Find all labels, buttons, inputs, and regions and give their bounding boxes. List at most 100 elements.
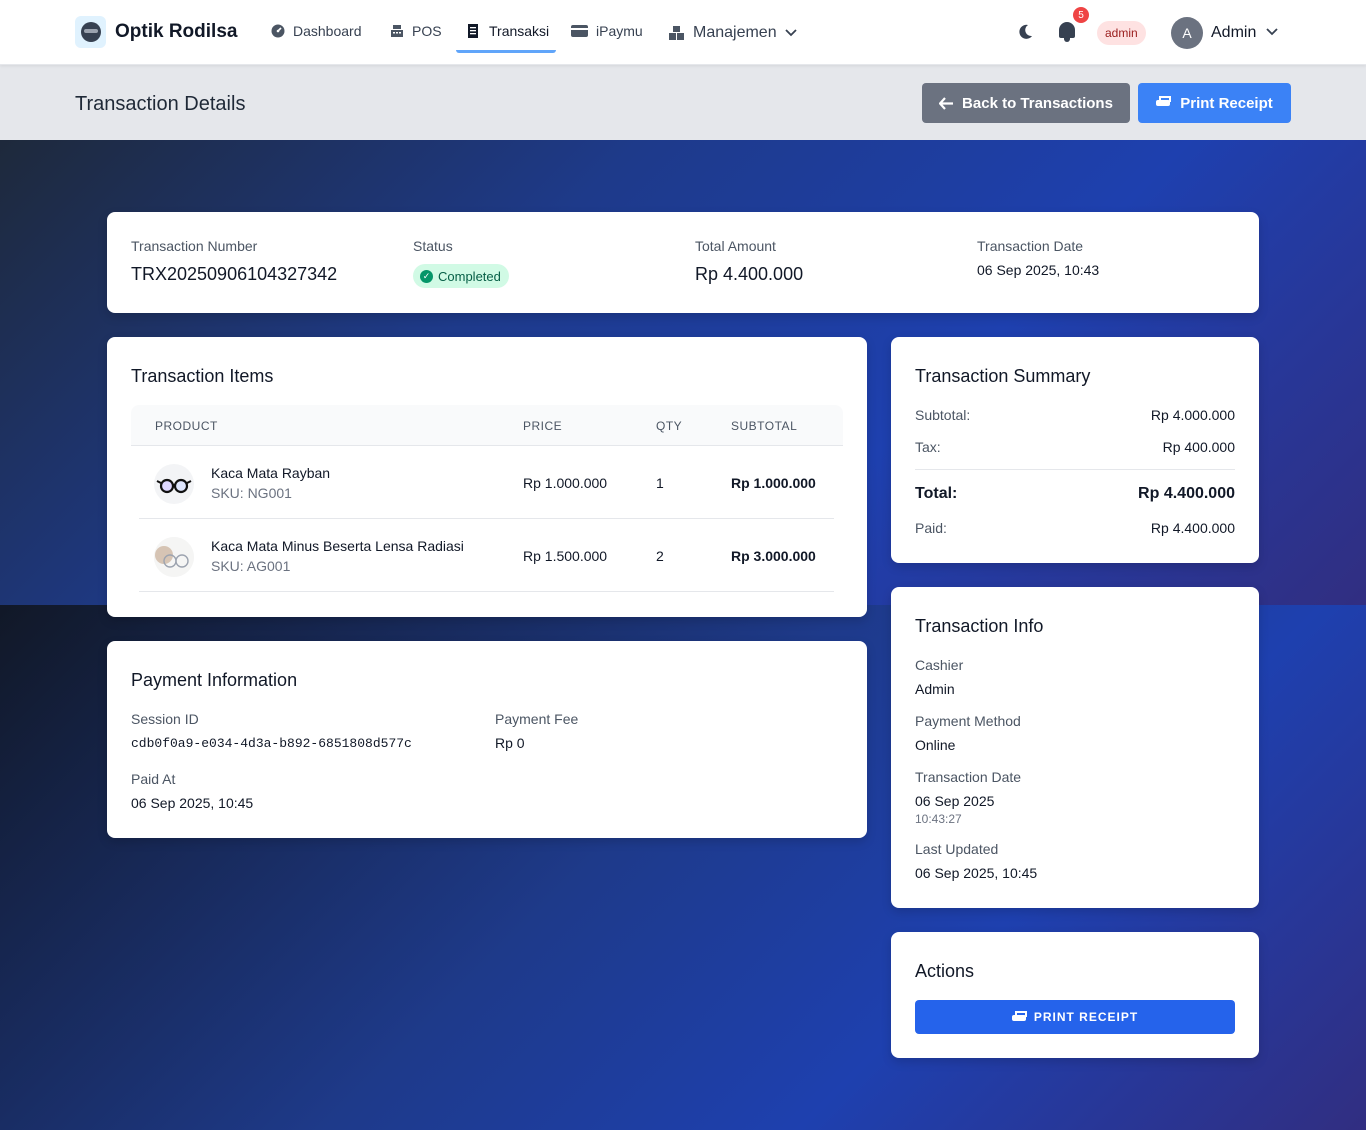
product-sku: SKU: AG001 (211, 558, 291, 574)
item-price: Rp 1.000.000 (523, 475, 608, 491)
nav-item-pos[interactable]: POS (390, 19, 442, 43)
total-amount-label: Total Amount (695, 238, 776, 254)
summary-label: Paid: (915, 520, 947, 536)
transaction-date: 06 Sep 2025, 10:43 (977, 262, 1100, 278)
nav-item-dashboard[interactable]: Dashboard (271, 19, 362, 43)
nav-item-label: Transaksi (489, 23, 550, 39)
moon-icon (1019, 24, 1032, 39)
session-id: cdb0f0a9-e034-4d3a-b892-6851808d577c (131, 736, 412, 751)
table-row: Kaca Mata Rayban SKU: NG001 Rp 1.000.000… (139, 446, 834, 519)
summary-label: Tax: (915, 439, 941, 455)
printer-icon (1011, 1011, 1027, 1023)
column-header-qty: QTY (656, 419, 683, 433)
boxes-icon (669, 26, 685, 40)
chevron-down-icon[interactable] (1266, 25, 1278, 39)
transaction-date-label: Transaction Date (915, 769, 1022, 785)
nav-item-label: Dashboard (293, 23, 362, 39)
transaction-overview-card: Transaction Number TRX20250906104327342 … (107, 212, 1259, 313)
card-title: Payment Information (131, 670, 298, 690)
item-subtotal: Rp 3.000.000 (731, 548, 816, 564)
item-qty: 2 (656, 548, 664, 564)
top-navbar: Optik Rodilsa Dashboard POS Transaksi iP… (0, 0, 1366, 65)
payment-fee: Rp 0 (495, 735, 525, 751)
item-subtotal: Rp 1.000.000 (731, 475, 816, 491)
brand[interactable]: Optik Rodilsa (75, 16, 237, 48)
payment-method-label: Payment Method (915, 713, 1021, 729)
status-label: Status (413, 238, 453, 254)
print-action-label: PRINT RECEIPT (1033, 1010, 1139, 1024)
session-id-label: Session ID (131, 711, 199, 727)
summary-value: Rp 400.000 (1162, 439, 1235, 455)
product-image (154, 464, 194, 504)
product-sku: SKU: NG001 (211, 485, 292, 501)
receipt-icon (467, 24, 481, 38)
card-title: Transaction Summary (915, 366, 1091, 386)
role-badge: admin (1097, 21, 1146, 45)
payment-information-card: Payment Information Session ID cdb0f0a9-… (107, 641, 867, 838)
card-title: Transaction Info (915, 616, 1044, 636)
status-text: Completed (438, 268, 501, 284)
card-title: Actions (915, 961, 975, 981)
summary-value: Rp 4.000.000 (1150, 407, 1235, 423)
transaction-time: 10:43:27 (915, 812, 962, 826)
page-header: Transaction Details Back to Transactions… (0, 65, 1366, 140)
nav-active-indicator (456, 50, 556, 53)
divider (915, 469, 1235, 470)
paid-at-label: Paid At (131, 771, 176, 787)
credit-card-icon (571, 24, 588, 38)
last-updated-label: Last Updated (915, 841, 999, 857)
page-title: Transaction Details (75, 93, 246, 115)
transaction-date: 06 Sep 2025 (915, 793, 995, 809)
item-qty: 1 (656, 475, 664, 491)
cashier-label: Cashier (915, 657, 964, 673)
paid-at: 06 Sep 2025, 10:45 (131, 795, 254, 811)
bell-icon (1059, 22, 1075, 42)
dashboard-icon (271, 24, 285, 38)
back-to-transactions-button[interactable]: Back to Transactions (922, 83, 1130, 123)
table-row: Kaca Mata Minus Beserta Lensa Radiasi SK… (139, 519, 834, 592)
column-header-product: PRODUCT (155, 419, 218, 433)
nav-item-manajemen[interactable]: Manajemen (669, 21, 797, 45)
print-receipt-action-button[interactable]: PRINT RECEIPT (915, 1000, 1235, 1034)
avatar[interactable]: A (1171, 17, 1203, 49)
product-image (154, 537, 194, 577)
summary-value: Rp 4.400.000 (1150, 520, 1235, 536)
summary-value: Rp 4.400.000 (1138, 485, 1235, 502)
status-badge: ✓ Completed (413, 264, 509, 288)
payment-method: Online (915, 737, 956, 753)
summary-label: Total: (915, 485, 958, 502)
user-menu-name[interactable]: Admin (1211, 24, 1256, 42)
transaction-date-label: Transaction Date (977, 238, 1084, 254)
printer-icon (1156, 96, 1172, 110)
transaction-summary-card: Transaction Summary Subtotal: Rp 4.000.0… (891, 337, 1259, 563)
dark-mode-toggle[interactable] (1018, 24, 1033, 45)
nav-item-transaksi[interactable]: Transaksi (467, 19, 549, 43)
check-circle-icon: ✓ (420, 269, 433, 283)
brand-logo (75, 16, 106, 48)
total-amount: Rp 4.400.000 (695, 264, 804, 284)
print-button-label: Print Receipt (1180, 94, 1273, 112)
cashier: Admin (915, 681, 955, 697)
transaction-number: TRX20250906104327342 (131, 264, 338, 284)
product-name: Kaca Mata Rayban (211, 465, 331, 481)
back-button-label: Back to Transactions (962, 94, 1113, 112)
nav-item-label: iPaymu (596, 23, 643, 39)
product-name: Kaca Mata Minus Beserta Lensa Radiasi (211, 538, 464, 554)
column-header-price: PRICE (523, 419, 563, 433)
payment-fee-label: Payment Fee (495, 711, 579, 727)
card-title: Transaction Items (131, 366, 274, 386)
summary-label: Subtotal: (915, 407, 971, 423)
transaction-number-label: Transaction Number (131, 238, 258, 254)
table-header: PRODUCT PRICE QTY SUBTOTAL (131, 405, 843, 446)
item-price: Rp 1.500.000 (523, 548, 608, 564)
transaction-items-card: Transaction Items PRODUCT PRICE QTY SUBT… (107, 337, 867, 617)
actions-card: Actions PRINT RECEIPT (891, 932, 1259, 1058)
notifications-button[interactable] (1059, 22, 1075, 42)
arrow-left-icon (939, 96, 954, 110)
column-header-subtotal: SUBTOTAL (731, 419, 798, 433)
chevron-down-icon (784, 24, 797, 42)
transaction-info-card: Transaction Info Cashier Admin Payment M… (891, 587, 1259, 908)
cash-register-icon (390, 24, 404, 38)
print-receipt-button[interactable]: Print Receipt (1138, 83, 1291, 123)
nav-item-ipaymu[interactable]: iPaymu (571, 19, 643, 43)
